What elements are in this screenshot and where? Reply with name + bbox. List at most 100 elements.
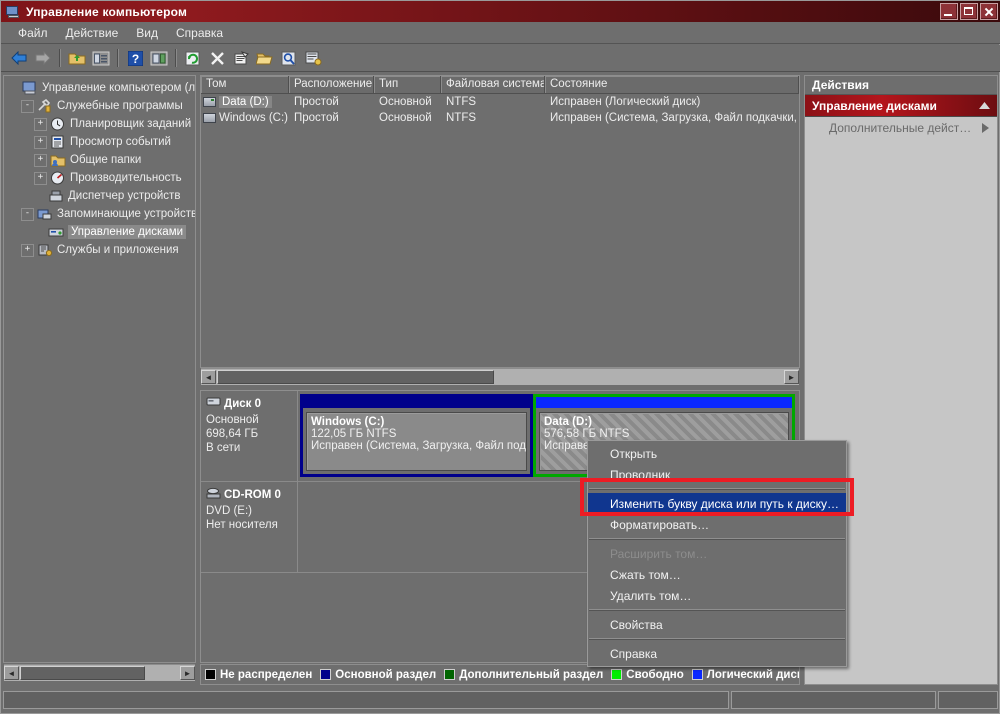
volume-column-header-3[interactable]: Файловая система xyxy=(441,76,545,93)
scroll-right-arrow[interactable]: ► xyxy=(180,666,195,680)
expand-plus-icon[interactable]: + xyxy=(34,117,47,131)
volume-icon xyxy=(203,97,216,107)
tree-item-label: Диспетчер устройств xyxy=(68,190,181,202)
menu-item-file[interactable]: Файл xyxy=(9,24,57,42)
volume-column-header-0[interactable]: Том xyxy=(201,76,289,93)
context-menu-item[interactable]: Свойства xyxy=(588,614,846,635)
expand-plus-icon[interactable]: + xyxy=(34,171,47,185)
device-manager-icon xyxy=(48,189,64,203)
volume-name-label: Windows (C:) xyxy=(219,112,289,124)
expand-plus-icon[interactable]: + xyxy=(21,243,34,257)
tree-item-label: Управление дисками xyxy=(68,225,187,239)
chevron-up-icon[interactable] xyxy=(979,102,990,109)
tree-item-label: Производительность xyxy=(70,172,182,184)
status-panel-secondary xyxy=(731,691,936,709)
volume-column-header-4[interactable]: Состояние xyxy=(545,76,799,93)
tree-item-label: Служебные программы xyxy=(57,100,183,112)
volume-cell-filesystem: NTFS xyxy=(446,112,477,124)
properties-icon[interactable] xyxy=(229,47,253,69)
legend-label: Основной раздел xyxy=(335,668,437,681)
disk-info-panel[interactable]: Диск 0 Основной 698,64 ГБ В сети xyxy=(201,391,298,481)
show-action-pane-icon[interactable] xyxy=(147,47,171,69)
close-button[interactable] xyxy=(980,3,998,20)
volume-cell-status: Исправен (Система, Загрузка, Файл подкач… xyxy=(550,112,799,124)
legend-swatch xyxy=(611,669,623,680)
context-menu-item: Расширить том… xyxy=(610,546,708,561)
context-menu-item[interactable]: Удалить том… xyxy=(588,585,846,606)
list-horizontal-scrollbar[interactable]: ◄ ► xyxy=(201,368,799,385)
tree-item-0[interactable]: Управление компьютером (лока xyxy=(6,79,195,97)
tree-item-2[interactable]: + Планировщик заданий xyxy=(6,115,195,133)
collapse-minus-icon[interactable]: - xyxy=(21,99,34,113)
search-icon[interactable] xyxy=(277,47,301,69)
actions-pane-title: Действия xyxy=(805,76,997,95)
context-menu-item[interactable]: Справка xyxy=(588,643,846,664)
action-item-more-actions[interactable]: Дополнительные дейст… xyxy=(805,117,997,139)
legend-entry: Основной раздел xyxy=(320,669,436,681)
show-console-tree-icon[interactable] xyxy=(89,47,113,69)
tree-item-3[interactable]: + Просмотр событий xyxy=(6,133,195,151)
context-menu-item[interactable]: Сжать том… xyxy=(588,564,846,585)
tree-horizontal-scrollbar[interactable]: ◄ ► xyxy=(4,664,195,681)
volume-column-header-2[interactable]: Тип xyxy=(374,76,441,93)
services-icon xyxy=(37,243,53,257)
volume-column-header-1[interactable]: Расположение xyxy=(289,76,374,93)
tree-item-9[interactable]: + Службы и приложения xyxy=(6,241,195,259)
expand-plus-icon[interactable]: + xyxy=(34,135,47,149)
partition-legend: Не распределен Основной раздел Дополнитель… xyxy=(200,664,800,685)
disk-management-icon xyxy=(48,225,64,239)
volume-cell-filesystem: NTFS xyxy=(446,96,477,108)
scroll-thumb[interactable] xyxy=(217,370,494,384)
tree-item-label: Просмотр событий xyxy=(70,136,171,148)
partition-capacity-bar xyxy=(536,397,792,408)
volume-row[interactable]: Windows (C:) Простой Основной NTFS Исправен … xyxy=(201,110,799,126)
title-bar: Управление компьютером xyxy=(1,1,1000,22)
maximize-button[interactable] xyxy=(960,3,978,20)
expand-plus-icon[interactable]: + xyxy=(34,153,47,167)
menu-item-view[interactable]: Вид xyxy=(127,24,167,42)
open-icon[interactable] xyxy=(253,47,277,69)
tree-item-7[interactable]: - Запоминающие устройства xyxy=(6,205,195,223)
tree-item-4[interactable]: + Общие папки xyxy=(6,151,195,169)
forward-icon[interactable] xyxy=(31,47,55,69)
volume-cell-layout: Простой xyxy=(294,96,339,108)
scroll-right-arrow[interactable]: ► xyxy=(784,370,799,384)
scroll-left-arrow[interactable]: ◄ xyxy=(4,666,19,680)
back-icon[interactable] xyxy=(7,47,31,69)
context-menu-item[interactable]: Форматировать… xyxy=(588,514,846,535)
tree-item-6[interactable]: Диспетчер устройств xyxy=(6,187,195,205)
actions-section-label: Управление дисками xyxy=(812,98,937,113)
partition-title: Data (D:) xyxy=(544,416,592,428)
toolbar: ? xyxy=(1,45,1000,72)
refresh-icon[interactable] xyxy=(181,47,205,69)
tree-item-5[interactable]: + Производительность xyxy=(6,169,195,187)
disk-detail-line: 698,64 ГБ xyxy=(206,428,259,440)
svg-text:?: ? xyxy=(131,52,138,66)
shared-folders-icon xyxy=(50,153,66,167)
tree-item-label: Службы и приложения xyxy=(57,244,179,256)
collapse-minus-icon[interactable]: - xyxy=(21,207,34,221)
disk-info-panel[interactable]: CD-ROM 0 DVD (E:) Нет носителя xyxy=(201,482,298,572)
context-menu-item[interactable]: Открыть xyxy=(588,443,846,464)
status-panel-tertiary xyxy=(938,691,998,709)
menu-item-help[interactable]: Справка xyxy=(167,24,232,42)
up-folder-icon[interactable] xyxy=(65,47,89,69)
tree-expander-none xyxy=(8,83,19,94)
scroll-thumb[interactable] xyxy=(20,666,145,680)
delete-icon[interactable] xyxy=(205,47,229,69)
menu-item-action[interactable]: Действие xyxy=(57,24,128,42)
tree-item-8[interactable]: Управление дисками xyxy=(6,223,195,241)
computer-management-window: Управление компьютером Файл Действие Вид… xyxy=(0,0,1000,714)
tree-item-1[interactable]: - Служебные программы xyxy=(6,97,195,115)
volume-row[interactable]: Data (D:) Простой Основной NTFS Исправен (Ло… xyxy=(201,94,799,110)
legend-swatch xyxy=(320,669,332,680)
actions-section-header[interactable]: Управление дисками xyxy=(805,95,997,117)
legend-label: Не распределен xyxy=(220,668,313,681)
help-icon[interactable]: ? xyxy=(123,47,147,69)
scroll-left-arrow[interactable]: ◄ xyxy=(201,370,216,384)
configure-icon[interactable] xyxy=(301,47,325,69)
partition-block[interactable]: Windows (C:) 122,05 ГБ NTFS Исправен (Сист… xyxy=(300,394,533,477)
minimize-button[interactable] xyxy=(940,3,958,20)
volume-context-menu: Открыть Проводник Изменить букву диска или… xyxy=(587,440,847,667)
status-panel-main xyxy=(3,691,729,709)
